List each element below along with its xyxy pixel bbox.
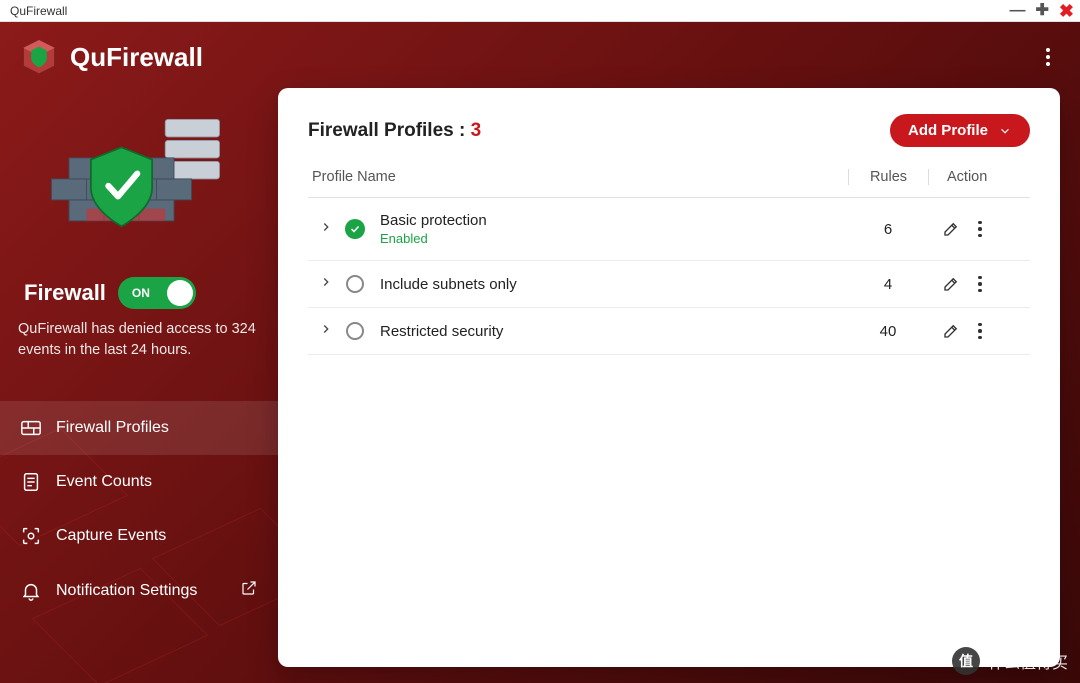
app-brand: QuFirewall <box>18 36 203 78</box>
sidebar: Firewall ON QuFirewall has denied access… <box>0 88 278 683</box>
window-title: QuFirewall <box>6 4 67 18</box>
window-close-button[interactable]: ✖ <box>1059 4 1074 18</box>
window-maximize-button[interactable]: ✚ <box>1036 4 1049 18</box>
sidebar-item-event-counts[interactable]: Event Counts <box>0 455 278 509</box>
expand-row-button[interactable] <box>312 220 340 238</box>
sidebar-item-notification-settings[interactable]: Notification Settings <box>0 563 278 618</box>
firewall-status-text: QuFirewall has denied access to 324 even… <box>0 319 278 379</box>
watermark: 值 什么值得买 <box>952 647 1068 675</box>
add-profile-button[interactable]: Add Profile <box>890 114 1030 147</box>
chevron-right-icon <box>319 322 333 336</box>
edit-icon[interactable] <box>942 322 960 340</box>
capture-icon <box>20 525 42 547</box>
profile-status-label: Enabled <box>380 231 848 246</box>
app-title: QuFirewall <box>70 42 203 73</box>
profile-rules-count: 40 <box>848 323 928 340</box>
table-row: Restricted security 40 <box>308 308 1030 355</box>
app-header: QuFirewall <box>0 22 1080 88</box>
firewall-label: Firewall <box>24 280 106 306</box>
chevron-right-icon <box>319 220 333 234</box>
profile-status-radio[interactable] <box>340 322 370 340</box>
header-more-menu[interactable] <box>1036 45 1060 69</box>
row-actions <box>928 220 1026 238</box>
add-profile-label: Add Profile <box>908 122 988 139</box>
app-logo-icon <box>18 36 60 78</box>
toggle-knob <box>167 280 193 306</box>
table-row: Include subnets only 4 <box>308 261 1030 308</box>
row-more-menu[interactable] <box>978 221 982 238</box>
profile-count: 3 <box>471 120 482 141</box>
window-minimize-button[interactable]: — <box>1010 4 1026 18</box>
window-controls: — ✚ ✖ <box>1010 4 1075 18</box>
row-more-menu[interactable] <box>978 323 982 340</box>
chevron-right-icon <box>319 275 333 289</box>
edit-icon[interactable] <box>942 275 960 293</box>
watermark-text: 什么值得买 <box>988 649 1068 673</box>
firewall-toggle-state: ON <box>132 286 150 300</box>
col-header-name: Profile Name <box>312 169 848 185</box>
col-header-rules: Rules <box>848 169 928 185</box>
firewall-illustration <box>0 88 278 277</box>
sidebar-item-label: Capture Events <box>56 527 166 545</box>
panel-title: Firewall Profiles : 3 <box>308 120 481 142</box>
col-header-action: Action <box>928 169 1026 185</box>
row-actions <box>928 322 1026 340</box>
sidebar-item-capture-events[interactable]: Capture Events <box>0 509 278 563</box>
profile-name-cell: Basic protection Enabled <box>370 212 848 246</box>
profile-name-cell: Restricted security <box>370 323 848 340</box>
profile-name: Basic protection <box>380 212 848 229</box>
profile-rules-count: 6 <box>848 221 928 238</box>
sidebar-item-label: Firewall Profiles <box>56 419 169 437</box>
table-row: Basic protection Enabled 6 <box>308 198 1030 261</box>
main-panel: Firewall Profiles : 3 Add Profile Profil… <box>278 88 1060 667</box>
panel-title-text: Firewall Profiles : <box>308 120 471 141</box>
chevron-down-icon <box>998 124 1012 138</box>
edit-icon[interactable] <box>942 220 960 238</box>
profile-rules-count: 4 <box>848 276 928 293</box>
profile-name: Restricted security <box>380 323 848 340</box>
profile-status-enabled[interactable] <box>340 219 370 239</box>
external-link-icon <box>240 579 258 602</box>
sidebar-item-label: Event Counts <box>56 473 152 491</box>
app-frame: QuFirewall <box>0 22 1080 683</box>
profiles-table: Profile Name Rules Action Basic protecti… <box>308 169 1030 355</box>
radio-unchecked-icon <box>346 275 364 293</box>
sidebar-item-label: Notification Settings <box>56 582 197 600</box>
sidebar-nav: Firewall Profiles Event Counts Capture E… <box>0 401 278 618</box>
bell-icon <box>20 580 42 602</box>
expand-row-button[interactable] <box>312 275 340 293</box>
window-titlebar: QuFirewall — ✚ ✖ <box>0 0 1080 22</box>
row-actions <box>928 275 1026 293</box>
profile-status-radio[interactable] <box>340 275 370 293</box>
row-more-menu[interactable] <box>978 276 982 293</box>
radio-unchecked-icon <box>346 322 364 340</box>
check-circle-icon <box>345 219 365 239</box>
expand-row-button[interactable] <box>312 322 340 340</box>
watermark-badge-icon: 值 <box>952 647 980 675</box>
firewall-toggle[interactable]: ON <box>118 277 196 309</box>
table-header: Profile Name Rules Action <box>308 169 1030 198</box>
panel-header: Firewall Profiles : 3 Add Profile <box>308 114 1030 147</box>
document-icon <box>20 471 42 493</box>
profile-name-cell: Include subnets only <box>370 276 848 293</box>
firewall-toggle-row: Firewall ON <box>0 277 278 319</box>
brick-wall-icon <box>20 417 42 439</box>
sidebar-item-firewall-profiles[interactable]: Firewall Profiles <box>0 401 278 455</box>
profile-name: Include subnets only <box>380 276 848 293</box>
